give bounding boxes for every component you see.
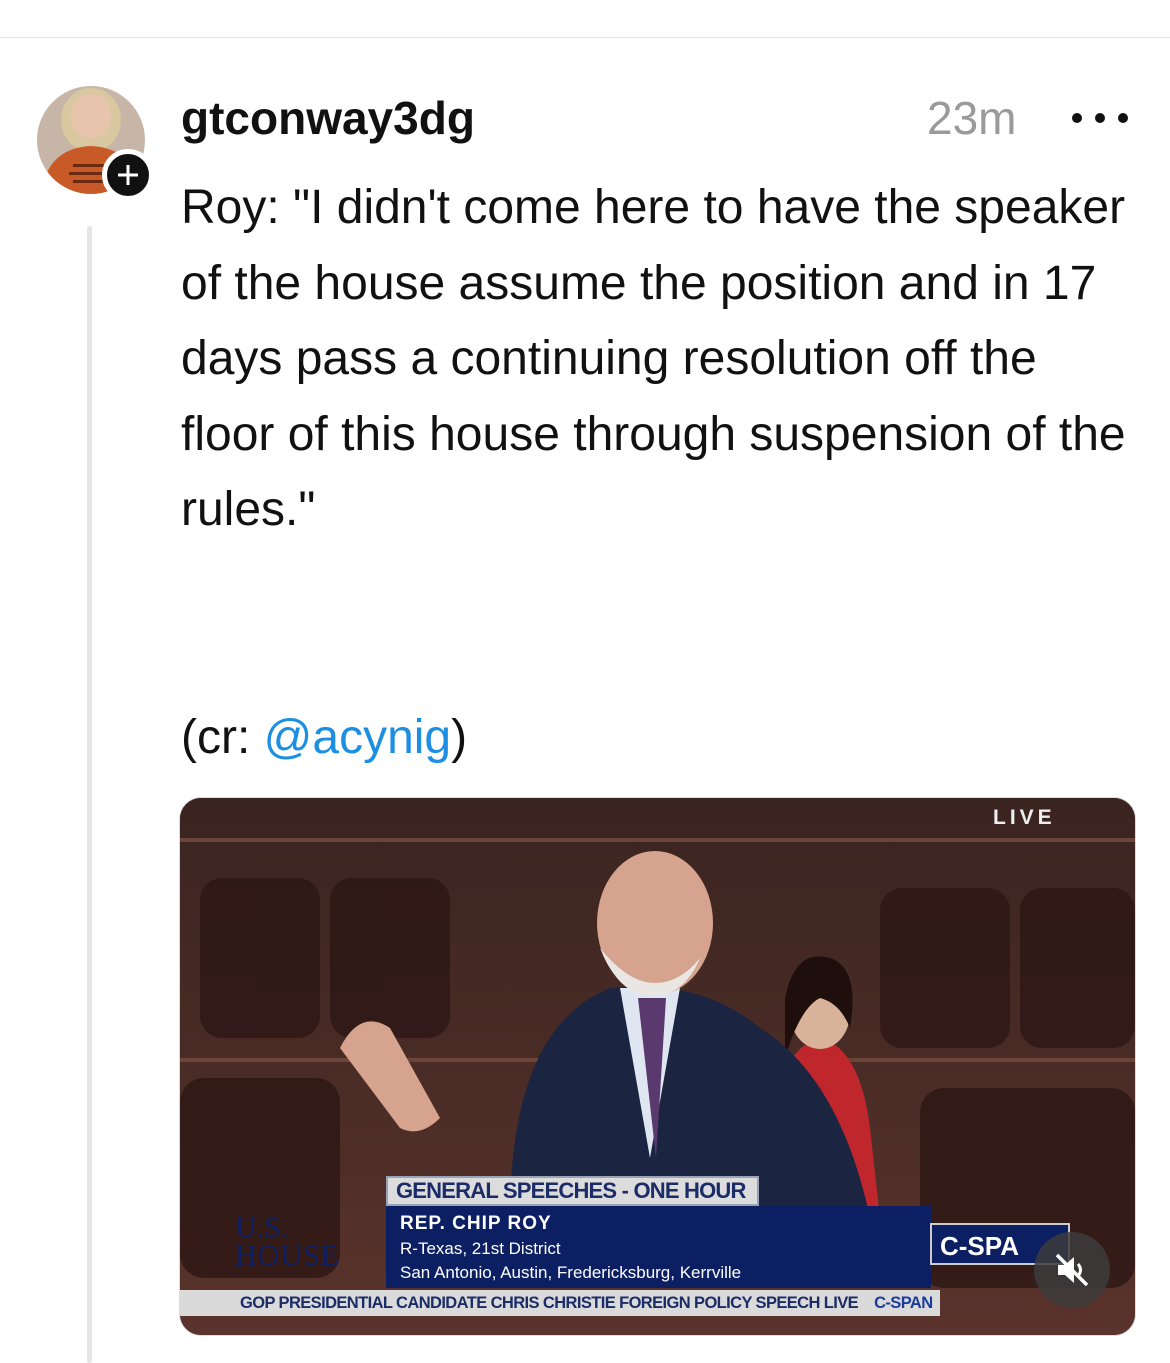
credit-suffix: ) <box>451 711 468 764</box>
us-house-logo: U.S. HOUSE <box>235 1211 341 1272</box>
more-dot <box>1095 113 1105 123</box>
post-timestamp: 23m <box>927 92 1017 144</box>
top-divider <box>0 37 1170 38</box>
ticker-text: GOP PRESIDENTIAL CANDIDATE CHRIS CHRISTI… <box>240 1294 859 1312</box>
chyron-title: GENERAL SPEECHES - ONE HOUR <box>386 1176 759 1206</box>
post-credit: (cr: @acynig) <box>181 700 467 775</box>
more-options-icon[interactable] <box>1072 106 1128 130</box>
chyron-box: REP. CHIP ROY R-Texas, 21st District San… <box>386 1206 931 1288</box>
video-player[interactable]: LIVE GENERAL SPEECHES - ONE HOUR U.S. HO… <box>179 797 1136 1336</box>
follow-button[interactable] <box>102 149 154 201</box>
more-dot <box>1118 113 1128 123</box>
live-label: LIVE <box>993 806 1056 829</box>
username[interactable]: gtconway3dg <box>181 90 475 146</box>
mention-link[interactable]: @acynig <box>264 711 451 764</box>
logo-line-2: HOUSE <box>235 1239 341 1272</box>
more-dot <box>1072 113 1082 123</box>
chyron-towns: San Antonio, Austin, Fredericksburg, Ker… <box>400 1263 742 1282</box>
chyron-district: R-Texas, 21st District <box>400 1239 561 1258</box>
news-ticker: GOP PRESIDENTIAL CANDIDATE CHRIS CHRISTI… <box>180 1290 940 1316</box>
chyron-name: REP. CHIP ROY <box>400 1213 552 1234</box>
mute-button[interactable] <box>1034 1232 1110 1308</box>
thread-line <box>87 226 92 1363</box>
speaker-muted-icon <box>1055 1253 1089 1287</box>
post-text: Roy: "I didn't come here to have the spe… <box>181 181 1126 536</box>
plus-icon <box>118 165 138 185</box>
ticker-brand: C-SPAN <box>874 1294 933 1312</box>
logo-line-1: U.S. <box>235 1211 289 1244</box>
credit-prefix: (cr: <box>181 711 264 764</box>
